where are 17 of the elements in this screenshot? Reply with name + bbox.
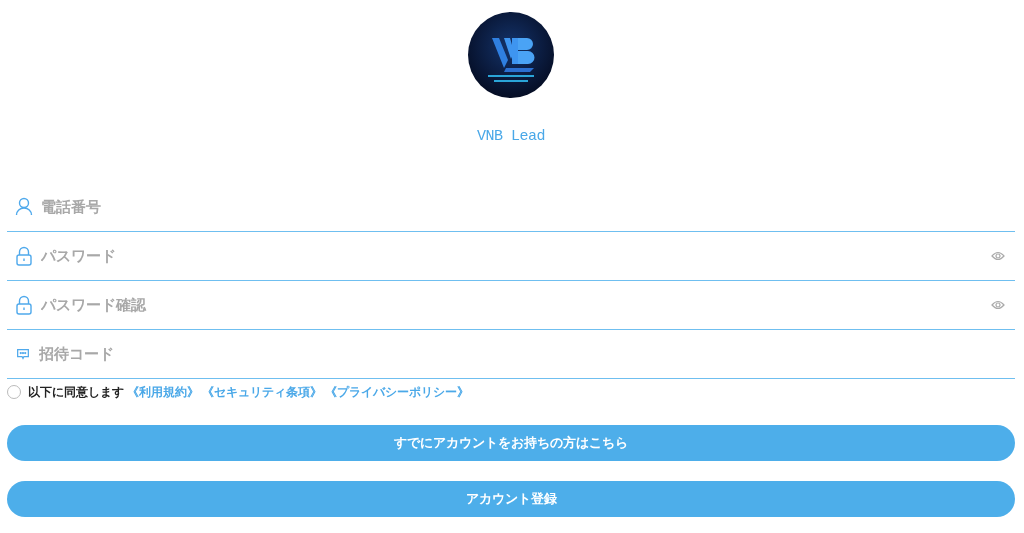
input-field[interactable]: パスワード	[41, 247, 983, 265]
input-field[interactable]: パスワード確認	[41, 296, 983, 314]
eye-icon[interactable]	[991, 251, 1005, 261]
terms-link[interactable]: 《利用規約》	[127, 383, 199, 401]
input-field[interactable]: 電話番号	[41, 198, 1005, 216]
eye-icon[interactable]	[991, 300, 1005, 310]
app-name: VNB Lead	[477, 128, 545, 145]
login-button[interactable]: すでにアカウントをお持ちの方はこちら	[7, 425, 1015, 461]
lock-icon	[15, 295, 33, 315]
user-icon	[15, 197, 33, 217]
input-field[interactable]: 招待コード	[39, 345, 1005, 363]
lock-icon	[15, 246, 33, 266]
logo-icon	[468, 12, 554, 98]
terms-link[interactable]: 《セキュリティ条項》	[202, 383, 322, 401]
register-button[interactable]: アカウント登録	[7, 481, 1015, 517]
agreement-text: 以下に同意します	[28, 383, 124, 401]
terms-link[interactable]: 《プライバシーポリシー》	[325, 383, 469, 401]
